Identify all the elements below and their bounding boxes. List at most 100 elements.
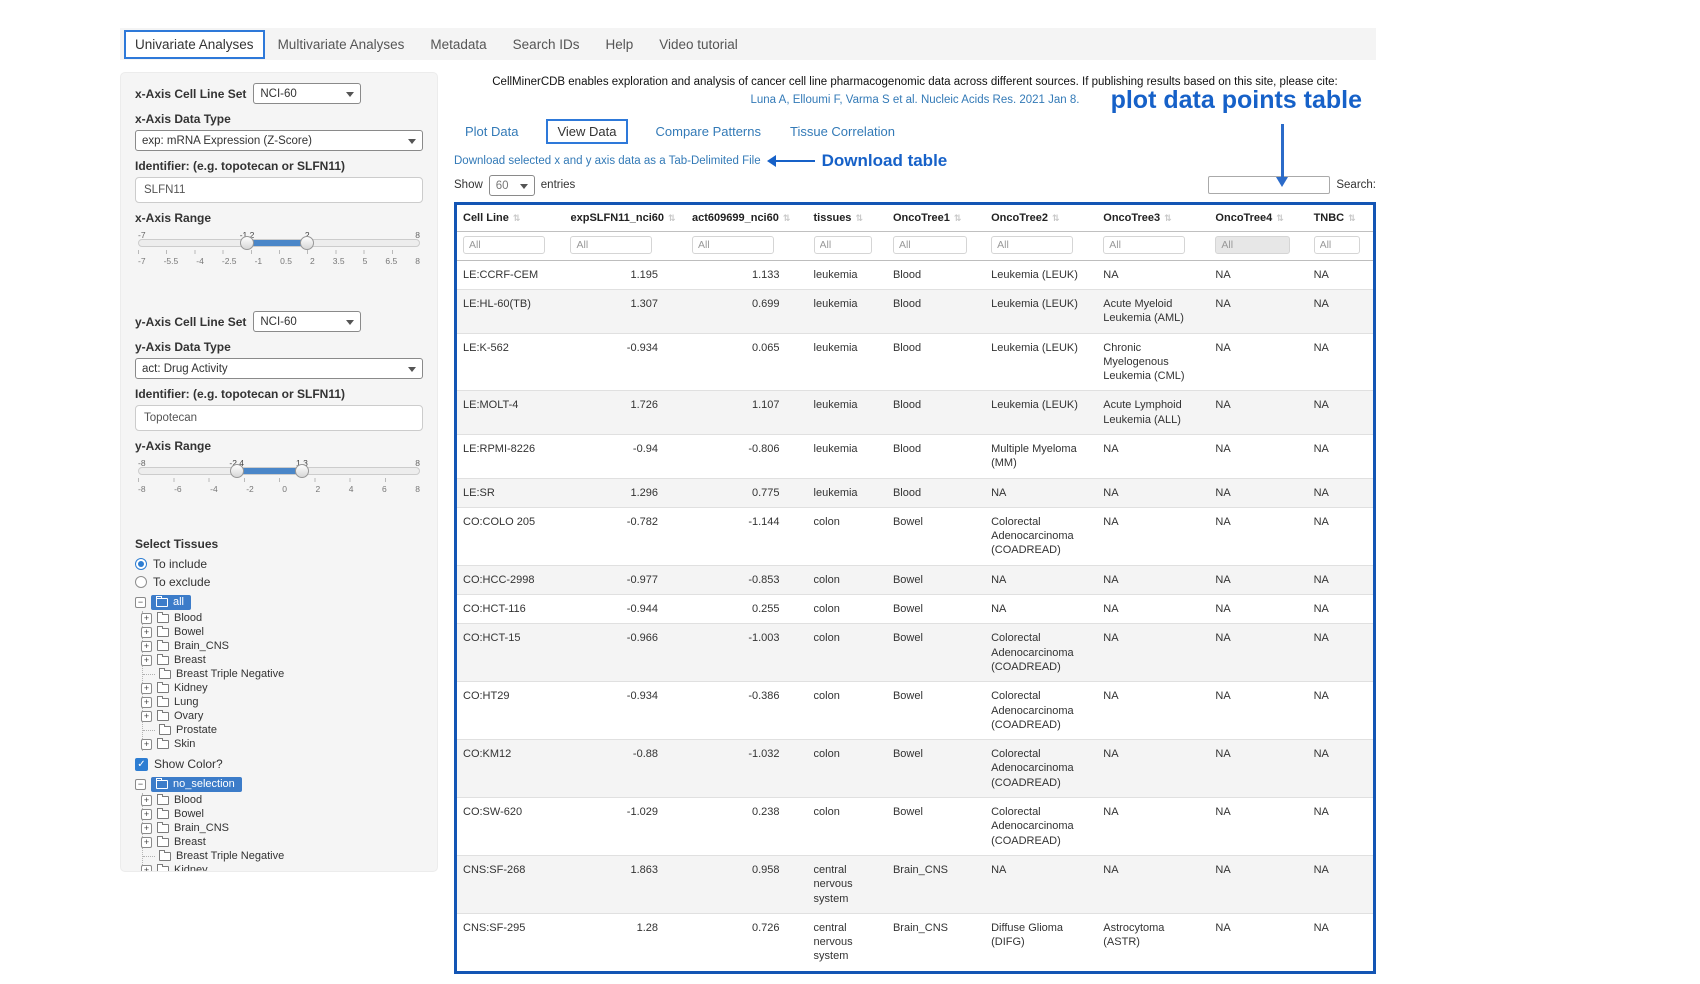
slider-handle-high[interactable]: [300, 236, 314, 250]
column-header[interactable]: tissues⇅: [808, 205, 887, 232]
sort-icon[interactable]: ⇅: [1052, 213, 1060, 223]
x-cell-line-set-select[interactable]: NCI-60: [253, 83, 361, 104]
table-row[interactable]: CO:KM12 -0.88 -1.032 colon Bowel Colorec…: [457, 740, 1373, 798]
radio-icon[interactable]: [135, 558, 147, 570]
column-filter-input[interactable]: [893, 236, 967, 254]
tree-item[interactable]: + Skin: [143, 737, 423, 751]
expand-icon[interactable]: +: [141, 739, 152, 750]
x-data-type-select[interactable]: exp: mRNA Expression (Z-Score): [135, 130, 423, 151]
tree-item[interactable]: + Breast: [143, 835, 423, 849]
expand-icon[interactable]: +: [141, 697, 152, 708]
table-row[interactable]: CNS:SF-268 1.863 0.958 central nervous s…: [457, 855, 1373, 913]
sort-icon[interactable]: ⇅: [954, 213, 962, 223]
slider-track[interactable]: [138, 239, 420, 247]
sort-icon[interactable]: ⇅: [1276, 213, 1284, 223]
expand-icon[interactable]: +: [141, 613, 152, 624]
x-axis-range-slider[interactable]: -7 8 -1.2 2 -7-5.5-4-2.5-10.523.556.58: [138, 239, 420, 293]
column-header[interactable]: OncoTree1⇅: [887, 205, 985, 232]
collapse-icon[interactable]: −: [135, 779, 146, 790]
radio-icon[interactable]: [135, 576, 147, 588]
expand-icon[interactable]: +: [141, 823, 152, 834]
nav-item[interactable]: Video tutorial: [646, 31, 751, 58]
column-header[interactable]: OncoTree3⇅: [1097, 205, 1209, 232]
tree-item[interactable]: + Kidney: [143, 681, 423, 695]
table-row[interactable]: LE:RPMI-8226 -0.94 -0.806 leukemia Blood…: [457, 435, 1373, 479]
nav-item[interactable]: Metadata: [417, 31, 499, 58]
data-tab[interactable]: Tissue Correlation: [789, 121, 896, 142]
expand-icon[interactable]: +: [141, 627, 152, 638]
tree-item[interactable]: + Brain_CNS: [143, 821, 423, 835]
nav-item[interactable]: Univariate Analyses: [124, 30, 265, 59]
column-header[interactable]: OncoTree4⇅: [1209, 205, 1307, 232]
data-tab[interactable]: Plot Data: [464, 121, 519, 142]
tree-root-all[interactable]: all: [151, 595, 191, 610]
expand-icon[interactable]: +: [141, 641, 152, 652]
column-header[interactable]: OncoTree2⇅: [985, 205, 1097, 232]
sort-icon[interactable]: ⇅: [513, 213, 521, 223]
nav-item[interactable]: Help: [592, 31, 646, 58]
table-row[interactable]: CO:SW-620 -1.029 0.238 colon Bowel Color…: [457, 798, 1373, 856]
expand-icon[interactable]: +: [141, 837, 152, 848]
expand-icon[interactable]: +: [141, 683, 152, 694]
collapse-icon[interactable]: −: [135, 597, 146, 608]
tissue-radio-option[interactable]: To include: [135, 555, 423, 573]
sort-icon[interactable]: ⇅: [783, 213, 791, 223]
y-cell-line-set-select[interactable]: NCI-60: [253, 311, 361, 332]
nav-item[interactable]: Multivariate Analyses: [265, 31, 418, 58]
column-filter-input[interactable]: [814, 236, 872, 254]
expand-icon[interactable]: +: [141, 655, 152, 666]
table-row[interactable]: LE:K-562 -0.934 0.065 leukemia Blood Leu…: [457, 333, 1373, 391]
column-filter-input[interactable]: [463, 236, 545, 254]
column-filter-input[interactable]: [570, 236, 652, 254]
tree-item[interactable]: + Breast: [143, 653, 423, 667]
table-row[interactable]: CO:HCT-116 -0.944 0.255 colon Bowel NA N…: [457, 595, 1373, 624]
tree-item[interactable]: + Prostate: [143, 723, 423, 737]
nav-item[interactable]: Search IDs: [500, 31, 593, 58]
tree-item[interactable]: + Bowel: [143, 625, 423, 639]
search-input[interactable]: [1208, 176, 1330, 194]
tree-item[interactable]: + Breast Triple Negative: [143, 667, 423, 681]
tree-item[interactable]: + Ovary: [143, 709, 423, 723]
sort-icon[interactable]: ⇅: [1164, 213, 1172, 223]
tree-root-no-selection[interactable]: no_selection: [151, 777, 242, 792]
table-row[interactable]: LE:HL-60(TB) 1.307 0.699 leukemia Blood …: [457, 289, 1373, 333]
tree-item[interactable]: + Lung: [143, 695, 423, 709]
table-row[interactable]: CO:HCT-15 -0.966 -1.003 colon Bowel Colo…: [457, 624, 1373, 682]
table-row[interactable]: CO:HCC-2998 -0.977 -0.853 colon Bowel NA…: [457, 565, 1373, 594]
tree-item[interactable]: + Bowel: [143, 807, 423, 821]
expand-icon[interactable]: +: [141, 711, 152, 722]
slider-handle-low[interactable]: [240, 236, 254, 250]
tree-item[interactable]: + Breast Triple Negative: [143, 849, 423, 863]
tree-item[interactable]: + Blood: [143, 611, 423, 625]
expand-icon[interactable]: +: [141, 795, 152, 806]
column-header[interactable]: expSLFN11_nci60⇅: [564, 205, 686, 232]
checkbox-checked-icon[interactable]: [135, 758, 148, 771]
data-tab[interactable]: View Data: [546, 119, 627, 144]
slider-track[interactable]: [138, 467, 420, 475]
column-header[interactable]: TNBC⇅: [1308, 205, 1373, 232]
tree-item[interactable]: + Kidney: [143, 863, 423, 872]
expand-icon[interactable]: +: [141, 809, 152, 820]
sort-icon[interactable]: ⇅: [855, 213, 863, 223]
table-row[interactable]: LE:MOLT-4 1.726 1.107 leukemia Blood Leu…: [457, 391, 1373, 435]
data-tab[interactable]: Compare Patterns: [655, 121, 763, 142]
entries-select[interactable]: 60: [489, 175, 535, 196]
citation-link[interactable]: Luna A, Elloumi F, Varma S et al. Nuclei…: [751, 94, 1080, 106]
column-filter-input[interactable]: [1103, 236, 1185, 254]
expand-icon[interactable]: +: [141, 865, 152, 873]
slider-handle-low[interactable]: [230, 464, 244, 478]
column-header[interactable]: act609699_nci60⇅: [686, 205, 808, 232]
column-filter-input[interactable]: [692, 236, 774, 254]
sort-icon[interactable]: ⇅: [668, 213, 676, 223]
y-axis-range-slider[interactable]: -8 8 -2.4 1.3 -8-6-4-202468: [138, 467, 420, 521]
download-link[interactable]: Download selected x and y axis data as a…: [454, 155, 761, 167]
table-row[interactable]: CO:COLO 205 -0.782 -1.144 colon Bowel Co…: [457, 507, 1373, 565]
table-row[interactable]: LE:SR 1.296 0.775 leukemia Blood NA NA N…: [457, 478, 1373, 507]
y-data-type-select[interactable]: act: Drug Activity: [135, 358, 423, 379]
table-row[interactable]: LE:CCRF-CEM 1.195 1.133 leukemia Blood L…: [457, 260, 1373, 289]
tree-item[interactable]: + Brain_CNS: [143, 639, 423, 653]
sort-icon[interactable]: ⇅: [1348, 213, 1356, 223]
tissue-radio-option[interactable]: To exclude: [135, 573, 423, 591]
table-row[interactable]: CNS:SF-295 1.28 0.726 central nervous sy…: [457, 913, 1373, 970]
tree-item[interactable]: + Blood: [143, 793, 423, 807]
